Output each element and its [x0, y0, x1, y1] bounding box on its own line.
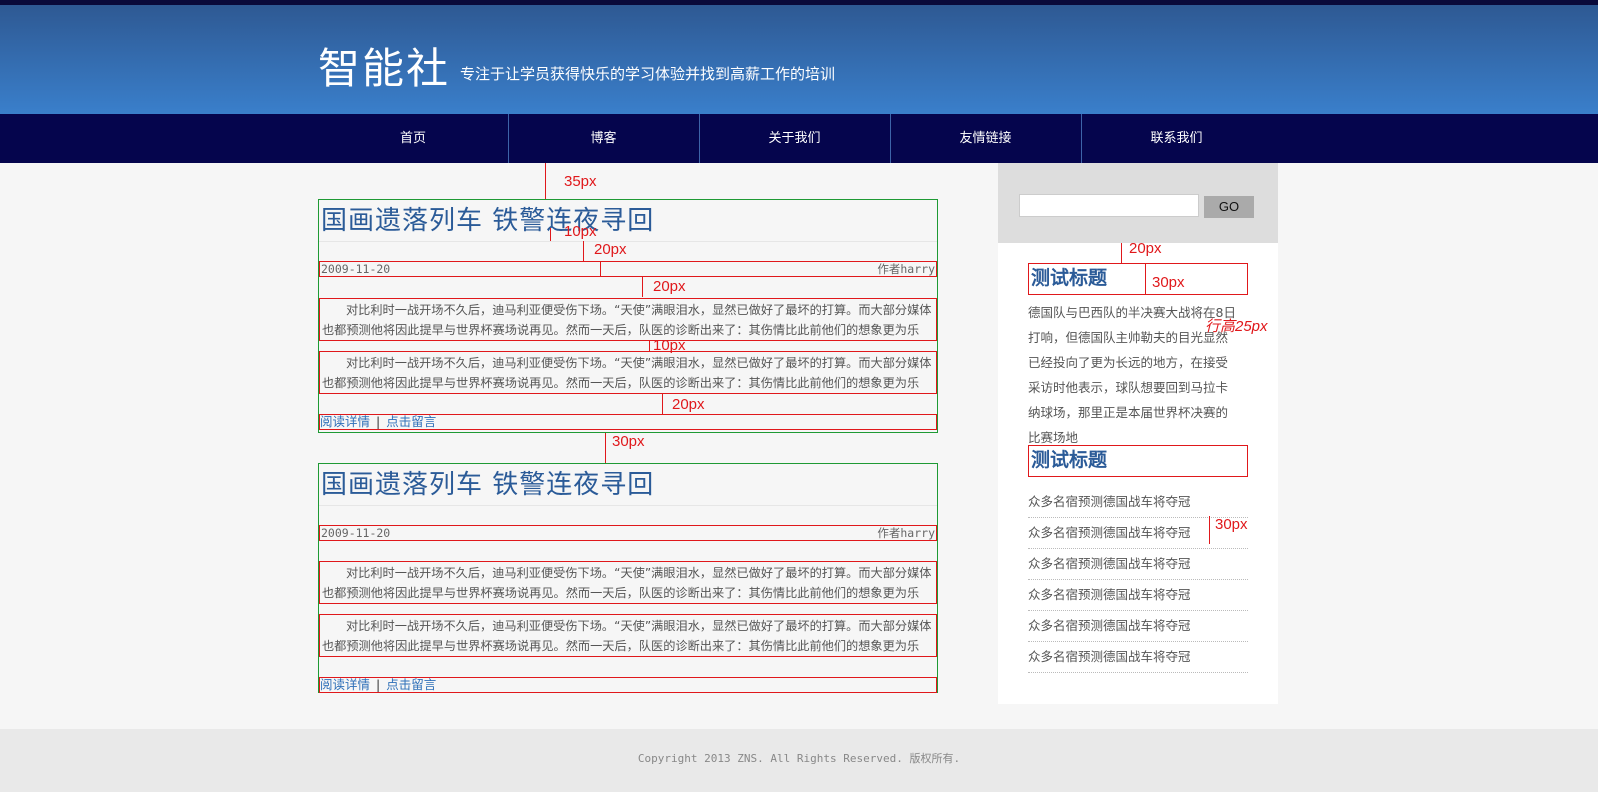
annotation-line [662, 394, 663, 414]
post-date: 2009-11-20 [321, 262, 391, 276]
post-links: 阅读详情 | 点击留言 [319, 677, 937, 693]
title-rule [319, 505, 937, 506]
search-box: GO [998, 163, 1278, 243]
blog-post: 国画遗落列车 铁警连夜寻回 10px 20px 2009-11-20 作者har… [318, 199, 938, 433]
list-item[interactable]: 众多名宿预测德国战车将夺冠 [1028, 580, 1248, 611]
read-more-link[interactable]: 阅读详情 [320, 414, 370, 429]
nav-item-blog[interactable]: 博客 [508, 114, 698, 163]
post-author: 作者harry [877, 526, 935, 540]
read-more-link[interactable]: 阅读详情 [320, 677, 370, 692]
content-area: 35px 国画遗落列车 铁警连夜寻回 10px 20px 2009-11-20 … [0, 163, 1598, 729]
annotation-20px: 20px [672, 396, 705, 413]
title-rule [319, 241, 937, 242]
search-button[interactable]: GO [1204, 196, 1254, 218]
post-meta: 2009-11-20 作者harry [319, 261, 937, 277]
annotation-line [600, 262, 601, 276]
footer: Copyright 2013 ZNS. All Rights Reserved.… [0, 729, 1598, 792]
sidebar-title: 测试标题 30px [1028, 263, 1248, 295]
annotation-line [1121, 243, 1122, 263]
annotation-line [642, 277, 643, 297]
sidebar-title: 测试标题 [1028, 445, 1248, 477]
annotation-20px: 20px [653, 278, 686, 295]
annotation-line [545, 163, 546, 199]
annotation-line [583, 241, 584, 261]
post-title[interactable]: 国画遗落列车 铁警连夜寻回 [321, 200, 654, 237]
post-title[interactable]: 国画遗落列车 铁警连夜寻回 [321, 464, 654, 501]
annotation-30px: 30px [612, 433, 645, 450]
blog-post: 国画遗落列车 铁警连夜寻回 2009-11-20 作者harry 对比利时一战开… [318, 463, 938, 693]
annotation-30px: 30px [1152, 274, 1185, 291]
post-links: 阅读详情 | 点击留言 [319, 414, 937, 430]
post-meta: 2009-11-20 作者harry [319, 525, 937, 541]
post-paragraph: 对比利时一战开场不久后，迪马利亚便受伤下场。“天使”满眼泪水，显然已做好了最坏的… [319, 561, 937, 604]
annotation-line [605, 433, 606, 463]
list-item[interactable]: 众多名宿预测德国战车将夺冠 [1028, 487, 1248, 518]
annotation-line-height: 行高25px [1205, 318, 1268, 335]
annotation-line [1145, 264, 1146, 294]
annotation-30px: 30px [1215, 516, 1248, 533]
list-item[interactable]: 众多名宿预测德国战车将夺冠 [1028, 549, 1248, 580]
list-item[interactable]: 众多名宿预测德国战车将夺冠 [1028, 642, 1248, 673]
annotation-line [1209, 516, 1210, 544]
annotation-20px: 20px [594, 241, 627, 258]
annotation-line [550, 228, 551, 242]
nav-item-home[interactable]: 首页 [318, 114, 508, 163]
list-item[interactable]: 众多名宿预测德国战车将夺冠 [1028, 611, 1248, 642]
post-author: 作者harry [877, 262, 935, 276]
post-paragraph: 对比利时一战开场不久后，迪马利亚便受伤下场。“天使”满眼泪水，显然已做好了最坏的… [319, 351, 937, 394]
nav-item-links[interactable]: 友情链接 [890, 114, 1080, 163]
main-nav: 首页 博客 关于我们 友情链接 联系我们 [0, 114, 1598, 163]
site-slogan: 专注于让学员获得快乐的学习体验并找到高薪工作的培训 [460, 65, 836, 83]
nav-item-contact[interactable]: 联系我们 [1081, 114, 1271, 163]
comment-link[interactable]: 点击留言 [386, 677, 436, 692]
annotation-10px: 10px [564, 223, 597, 240]
search-input[interactable] [1019, 194, 1199, 217]
header: 智能社 专注于让学员获得快乐的学习体验并找到高薪工作的培训 [0, 5, 1598, 114]
post-paragraph: 对比利时一战开场不久后，迪马利亚便受伤下场。“天使”满眼泪水，显然已做好了最坏的… [319, 614, 937, 657]
post-paragraph: 对比利时一战开场不久后，迪马利亚便受伤下场。“天使”满眼泪水，显然已做好了最坏的… [319, 298, 937, 341]
sidebar-list: 众多名宿预测德国战车将夺冠 众多名宿预测德国战车将夺冠 众多名宿预测德国战车将夺… [1028, 487, 1248, 673]
site-logo[interactable]: 智能社 [318, 35, 450, 96]
nav-item-about[interactable]: 关于我们 [699, 114, 889, 163]
annotation-35px: 35px [564, 173, 597, 190]
annotation-line [649, 341, 650, 351]
sidebar: GO 20px 测试标题 30px 德国队与巴西队的半决赛大战将在8日打响，但德… [998, 163, 1278, 704]
annotation-20px: 20px [1129, 240, 1162, 257]
post-date: 2009-11-20 [321, 526, 391, 540]
comment-link[interactable]: 点击留言 [386, 414, 436, 429]
